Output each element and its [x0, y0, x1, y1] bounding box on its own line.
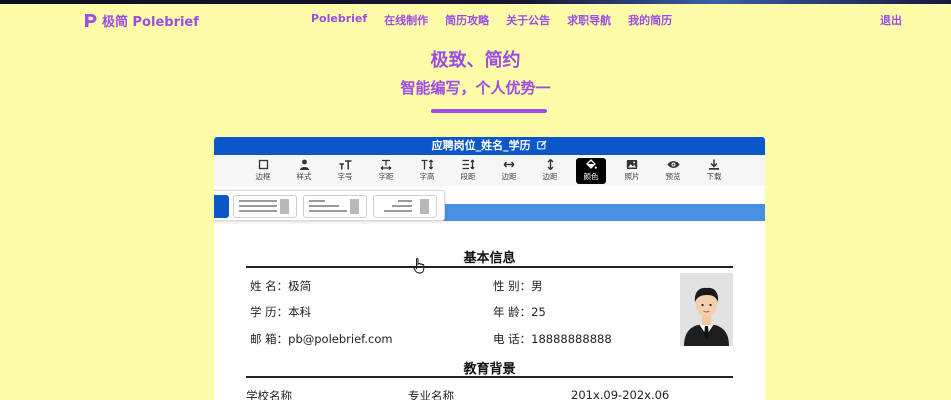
- section-title-basic-info: 基本信息: [463, 251, 516, 266]
- style-option-3[interactable]: [303, 195, 367, 218]
- hero-title: 极致、简约: [430, 50, 521, 71]
- section-divider: [246, 266, 733, 268]
- toolbar-label: 段距: [460, 172, 476, 181]
- menu-item-my-resumes[interactable]: 我的简历: [628, 12, 672, 28]
- menu-item-online-create[interactable]: 在线制作: [384, 12, 428, 28]
- avatar-icon: [680, 273, 733, 346]
- toolbar-label: 字号: [337, 172, 353, 181]
- logo-icon: [85, 14, 97, 27]
- style-options-popup: [214, 190, 445, 274]
- resume-title-bar[interactable]: 应聘岗位_姓名_学历: [214, 137, 765, 155]
- hero-subtitle: 智能编写，个人优势一: [400, 79, 551, 97]
- resume-editor: 应聘岗位_姓名_学历 边框 样式 字号 字距 字高 段距 边距 边距 颜色 照片…: [214, 137, 765, 400]
- eye-icon: [667, 161, 679, 168]
- style-option-1[interactable]: [214, 195, 229, 218]
- person-icon: [299, 159, 309, 170]
- logout-link[interactable]: 退出: [880, 12, 902, 28]
- toolbar-line-height[interactable]: 字高: [412, 158, 442, 184]
- photo-icon: [626, 160, 638, 169]
- line-height-icon: [421, 159, 433, 170]
- font-size-icon: [339, 160, 351, 170]
- style-option-4[interactable]: [373, 195, 437, 218]
- style-toolbar: 边框 样式 字号 字距 字高 段距 边距 边距 颜色 照片 预览 下载: [214, 155, 765, 186]
- toolbar-horizontal-margin[interactable]: 边距: [494, 158, 524, 184]
- toolbar-label: 边距: [542, 172, 558, 181]
- field-age[interactable]: 年 龄：25: [493, 304, 546, 320]
- resume-title: 应聘岗位_姓名_学历: [431, 139, 531, 152]
- toolbar-preview[interactable]: 预览: [658, 158, 688, 184]
- edu-school[interactable]: 学校名称: [246, 388, 292, 400]
- site-logo[interactable]: 极简 Polebrief: [84, 11, 199, 30]
- edu-major[interactable]: 专业名称: [408, 388, 454, 400]
- field-education[interactable]: 学 历：本科: [250, 304, 311, 320]
- field-gender[interactable]: 性 别：男: [493, 278, 543, 294]
- toolbar-label: 预览: [665, 172, 681, 181]
- toolbar-photo[interactable]: 照片: [617, 158, 647, 184]
- toolbar-label: 颜色: [583, 172, 599, 181]
- toolbar-label: 边框: [255, 172, 271, 181]
- section-title-education: 教育背景: [463, 362, 516, 377]
- style-option-2[interactable]: [233, 195, 297, 218]
- edit-icon[interactable]: [537, 140, 548, 150]
- toolbar-vertical-margin[interactable]: 边距: [535, 158, 565, 184]
- toolbar-label: 字高: [419, 172, 435, 181]
- border-icon: [258, 159, 268, 170]
- toolbar-letter-spacing[interactable]: 字距: [371, 158, 401, 184]
- menu-item-job-navigation[interactable]: 求职导航: [567, 12, 611, 28]
- letter-spacing-icon: [380, 159, 392, 170]
- field-email[interactable]: 邮 箱：pb@polebrief.com: [250, 331, 393, 347]
- toolbar-style[interactable]: 样式: [289, 158, 319, 184]
- toolbar-font-size[interactable]: 字号: [330, 158, 360, 184]
- paragraph-spacing-icon: [462, 159, 475, 170]
- horizontal-margin-icon: [503, 161, 515, 168]
- toolbar-paragraph-spacing[interactable]: 段距: [453, 158, 483, 184]
- toolbar-label: 边距: [501, 172, 517, 181]
- section-divider: [246, 376, 733, 378]
- paint-bucket-icon: [586, 159, 597, 169]
- menu-item-polebrief[interactable]: Polebrief: [311, 12, 367, 28]
- toolbar-download[interactable]: 下载: [699, 158, 729, 184]
- toolbar-label: 字距: [378, 172, 394, 181]
- toolbar-border[interactable]: 边框: [248, 158, 278, 184]
- hero-underline: [431, 109, 547, 113]
- profile-photo[interactable]: [680, 273, 733, 346]
- top-nav: 极简 Polebrief Polebrief 在线制作 简历攻略 关于公告 求职…: [0, 4, 951, 32]
- menu-item-resume-guide[interactable]: 简历攻略: [445, 12, 489, 28]
- toolbar-label: 下载: [706, 172, 722, 181]
- field-phone[interactable]: 电 话：18888888888: [493, 331, 612, 347]
- download-icon: [709, 159, 719, 170]
- edu-period[interactable]: 201x.09-202x.06: [571, 388, 669, 400]
- toolbar-label: 样式: [296, 172, 312, 181]
- field-name[interactable]: 姓 名：极简: [250, 278, 311, 294]
- logo-text: 极简 Polebrief: [102, 15, 199, 30]
- main-menu: Polebrief 在线制作 简历攻略 关于公告 求职导航 我的简历: [311, 12, 689, 28]
- menu-item-announcements[interactable]: 关于公告: [506, 12, 550, 28]
- toolbar-label: 照片: [624, 172, 640, 181]
- vertical-margin-icon: [547, 159, 553, 170]
- toolbar-color[interactable]: 颜色: [576, 158, 606, 184]
